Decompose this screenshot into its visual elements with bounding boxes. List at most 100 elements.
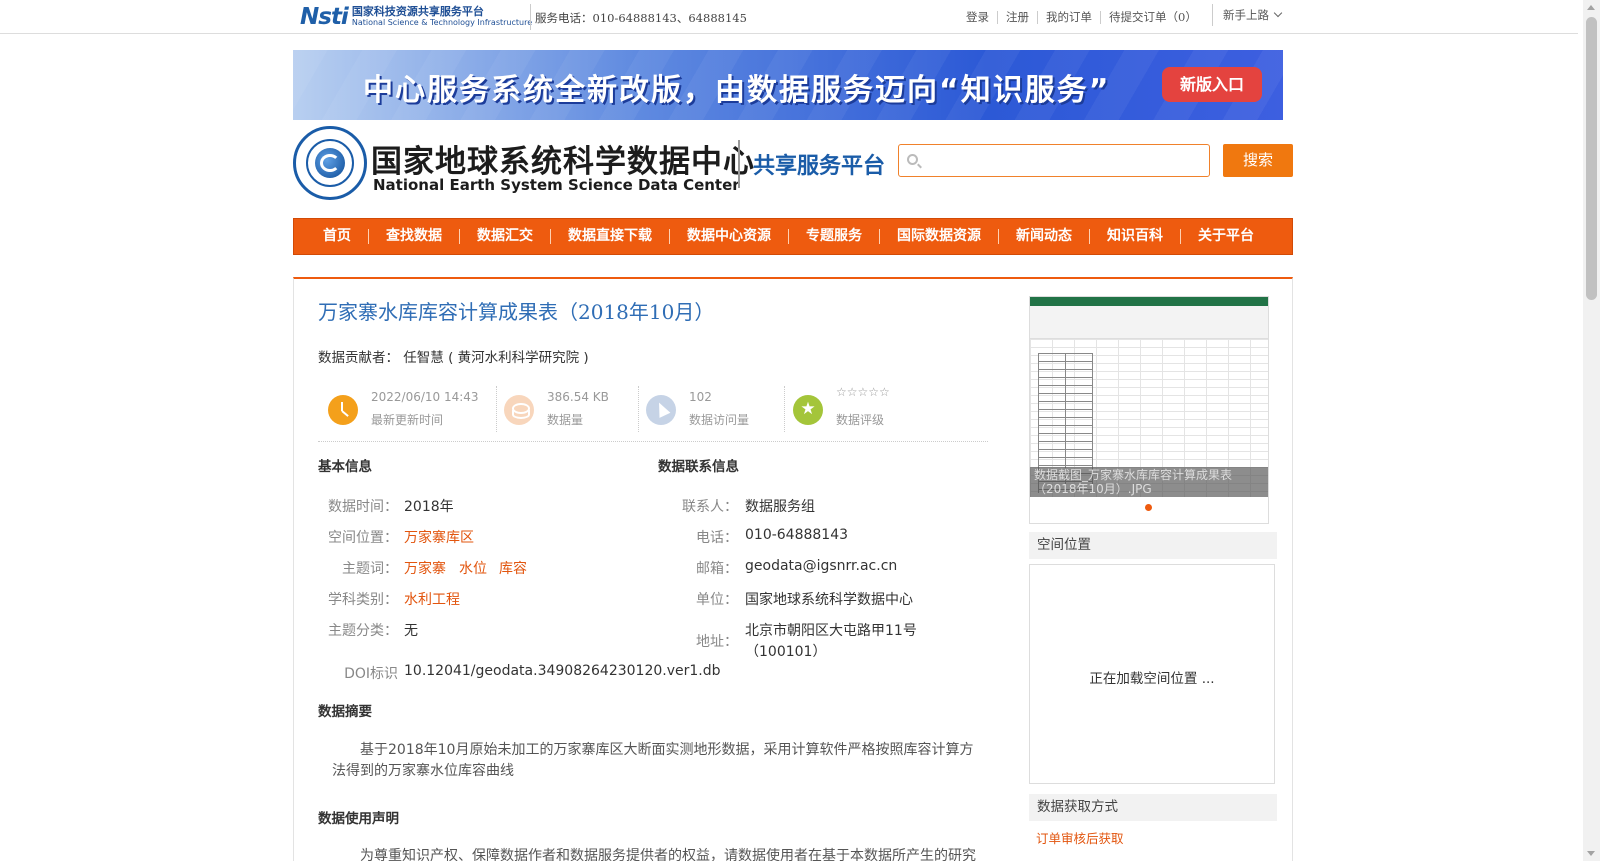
scroll-up-arrow-icon[interactable] — [1587, 5, 1595, 10]
nav-topic-services[interactable]: 专题服务 — [788, 229, 879, 244]
cursor-icon — [646, 395, 676, 425]
contact-person-value: 数据服务组 — [745, 499, 815, 515]
search-input[interactable] — [925, 149, 1205, 173]
keywords-key: 主题词： — [342, 561, 398, 577]
rating-stars[interactable]: ☆☆☆☆☆ — [836, 385, 890, 399]
nav-about[interactable]: 关于平台 — [1180, 229, 1271, 244]
nsti-logo[interactable]: Nsti 国家科技资源共享服务平台 National Science & Tec… — [300, 2, 533, 32]
contact-info-heading: 数据联系信息 — [658, 459, 739, 475]
stat-size-label: 数据量 — [547, 413, 584, 427]
contact-phone-value: 010-64888143 — [745, 527, 849, 543]
contact-email-value[interactable]: geodata@igsnrr.ac.cn — [745, 558, 897, 574]
clock-icon — [328, 395, 358, 425]
contact-address-line1: 北京市朝阳区大屯路甲11号 — [745, 623, 917, 639]
top-bar: Nsti 国家科技资源共享服务平台 National Science & Tec… — [0, 0, 1578, 34]
data-time-value: 2018年 — [404, 499, 454, 515]
access-heading: 数据获取方式 — [1029, 794, 1277, 821]
spatial-location-key: 空间位置： — [328, 530, 398, 546]
dataset-stats: 2022/06/10 14:43 最新更新时间 386.54 KB 数据量 10… — [318, 382, 988, 442]
usage-heading: 数据使用声明 — [318, 811, 399, 827]
search-icon — [907, 154, 918, 165]
stat-updated-value: 2022/06/10 14:43 — [371, 390, 479, 404]
divider — [530, 4, 531, 30]
data-time-key: 数据时间： — [328, 499, 398, 515]
category-value: 无 — [404, 623, 418, 639]
contact-person-key: 联系人： — [682, 499, 738, 515]
beginner-guide-label: 新手上路 — [1223, 8, 1269, 22]
beginner-guide-dropdown[interactable]: 新手上路 — [1212, 4, 1283, 26]
page-scrollbar[interactable] — [1583, 0, 1600, 861]
keyword-link[interactable]: 库容 — [499, 558, 527, 578]
search-button[interactable]: 搜索 — [1223, 144, 1293, 177]
new-version-button[interactable]: 新版入口 — [1162, 67, 1262, 102]
my-orders-link[interactable]: 我的订单 — [1037, 11, 1100, 24]
register-link[interactable]: 注册 — [997, 11, 1037, 24]
stat-visits-value: 102 — [689, 390, 712, 404]
keyword-link[interactable]: 水位 — [459, 558, 487, 578]
keyword-link[interactable]: 万家寨 — [404, 558, 446, 578]
nav-direct-download[interactable]: 数据直接下载 — [550, 229, 669, 244]
contact-email-key: 邮箱： — [696, 561, 738, 577]
doi-value[interactable]: 10.12041/geodata.34908264230120.ver1.db — [404, 663, 721, 679]
stat-rating-label: 数据评级 — [836, 413, 885, 427]
category-key: 主题分类： — [328, 623, 398, 639]
nsti-logo-mark: Nsti — [300, 4, 349, 30]
screenshot-caption: 数据截图_万家寨水库库容计算成果表（2018年10月）.JPG — [1030, 467, 1268, 497]
spatial-map[interactable]: 正在加载空间位置 ... — [1029, 564, 1275, 784]
contact-address-line2: （100101） — [745, 644, 827, 660]
service-phone: 服务电话：010-64888143、64888145 — [535, 11, 747, 25]
spatial-heading: 空间位置 — [1029, 532, 1277, 559]
platform-name: 共享服务平台 — [753, 154, 886, 179]
stat-updated-label: 最新更新时间 — [371, 413, 444, 427]
stat-size-value: 386.54 KB — [547, 390, 609, 404]
nav-find-data[interactable]: 查找数据 — [368, 229, 459, 244]
map-loading-text: 正在加载空间位置 ... — [1089, 671, 1215, 687]
carousel-dot[interactable] — [1145, 504, 1152, 511]
main-nav: 首页 查找数据 数据汇交 数据直接下载 数据中心资源 专题服务 国际数据资源 新… — [293, 218, 1293, 255]
access-method-link[interactable]: 订单审核后获取 — [1036, 828, 1124, 847]
contact-phone-key: 电话： — [696, 530, 738, 546]
abstract-text: 基于2018年10月原始未加工的万家寨库区大断面实测地形数据，采用计算软件严格按… — [332, 742, 974, 779]
dataset-contributor: 数据贡献者： 任智慧 ( 黄河水利科学研究院 ) — [318, 350, 589, 366]
login-link[interactable]: 登录 — [958, 11, 997, 24]
divider — [784, 386, 785, 432]
site-logo[interactable]: 国家地球系统科学数据中心 National Earth System Scien… — [293, 126, 893, 203]
divider — [496, 386, 497, 432]
nav-data-submission[interactable]: 数据汇交 — [459, 229, 550, 244]
stat-visits-label: 数据访问量 — [689, 413, 750, 427]
basic-info-heading: 基本信息 — [318, 459, 372, 475]
nav-home[interactable]: 首页 — [306, 229, 368, 244]
data-screenshot-image[interactable]: 数据截图_万家寨水库库容计算成果表（2018年10月）.JPG — [1030, 297, 1268, 497]
search-box — [898, 144, 1210, 177]
site-name-en: National Earth System Science Data Cente… — [373, 176, 740, 194]
dataset-title: 万家寨水库库容计算成果表（2018年10月） — [318, 300, 715, 324]
site-name-cn: 国家地球系统科学数据中心 — [371, 144, 755, 180]
user-links: 登录 注册 我的订单 待提交订单（0） — [958, 11, 1205, 24]
chevron-down-icon — [1273, 8, 1283, 18]
announcement-banner[interactable]: 中心服务系统全新改版，由数据服务迈向“知识服务” 新版入口 — [293, 50, 1283, 120]
pending-orders-link[interactable]: 待提交订单（0） — [1100, 11, 1205, 24]
data-center-seal-icon — [293, 126, 367, 200]
subject-link[interactable]: 水利工程 — [404, 589, 460, 609]
nsti-logo-en: National Science & Technology Infrastruc… — [351, 18, 533, 27]
star-icon — [793, 395, 823, 425]
spatial-location-link[interactable]: 万家寨库区 — [404, 527, 474, 547]
nav-international-data[interactable]: 国际数据资源 — [879, 229, 998, 244]
scroll-down-arrow-icon[interactable] — [1587, 851, 1595, 856]
usage-text: 为尊重知识产权、保障数据作者和数据服务提供者的权益，请数据使用者在基于本数据所产… — [360, 848, 976, 861]
divider — [738, 140, 740, 188]
nav-center-resources[interactable]: 数据中心资源 — [669, 229, 788, 244]
contact-address-key: 地址： — [696, 634, 738, 650]
subject-key: 学科类别： — [328, 592, 398, 608]
nav-knowledge-base[interactable]: 知识百科 — [1089, 229, 1180, 244]
nav-news[interactable]: 新闻动态 — [998, 229, 1089, 244]
nsti-logo-cn: 国家科技资源共享服务平台 — [351, 5, 484, 18]
contact-unit-value: 国家地球系统科学数据中心 — [745, 592, 913, 608]
banner-text: 中心服务系统全新改版，由数据服务迈向“知识服务” — [363, 73, 1111, 108]
contact-unit-key: 单位： — [696, 592, 738, 608]
database-icon — [504, 395, 534, 425]
scroll-thumb[interactable] — [1586, 17, 1597, 300]
divider — [638, 386, 639, 432]
doi-key: DOI标识 — [344, 666, 398, 682]
data-screenshot-carousel[interactable]: 数据截图_万家寨水库库容计算成果表（2018年10月）.JPG — [1029, 296, 1269, 524]
